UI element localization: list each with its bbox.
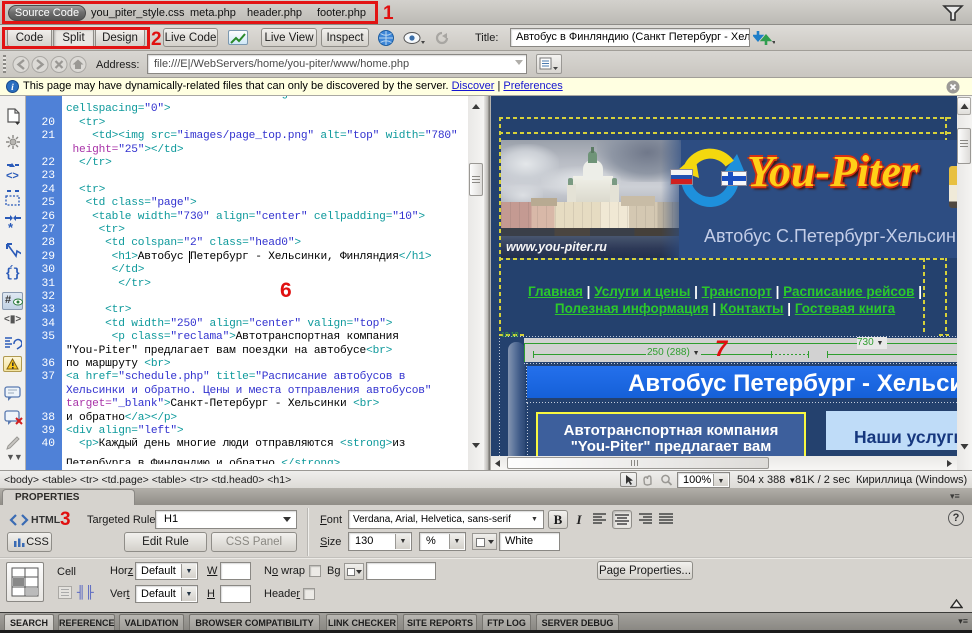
svg-text:<>: <> <box>6 170 19 182</box>
svg-text:i: i <box>11 83 14 93</box>
svg-text:*: * <box>8 220 14 234</box>
